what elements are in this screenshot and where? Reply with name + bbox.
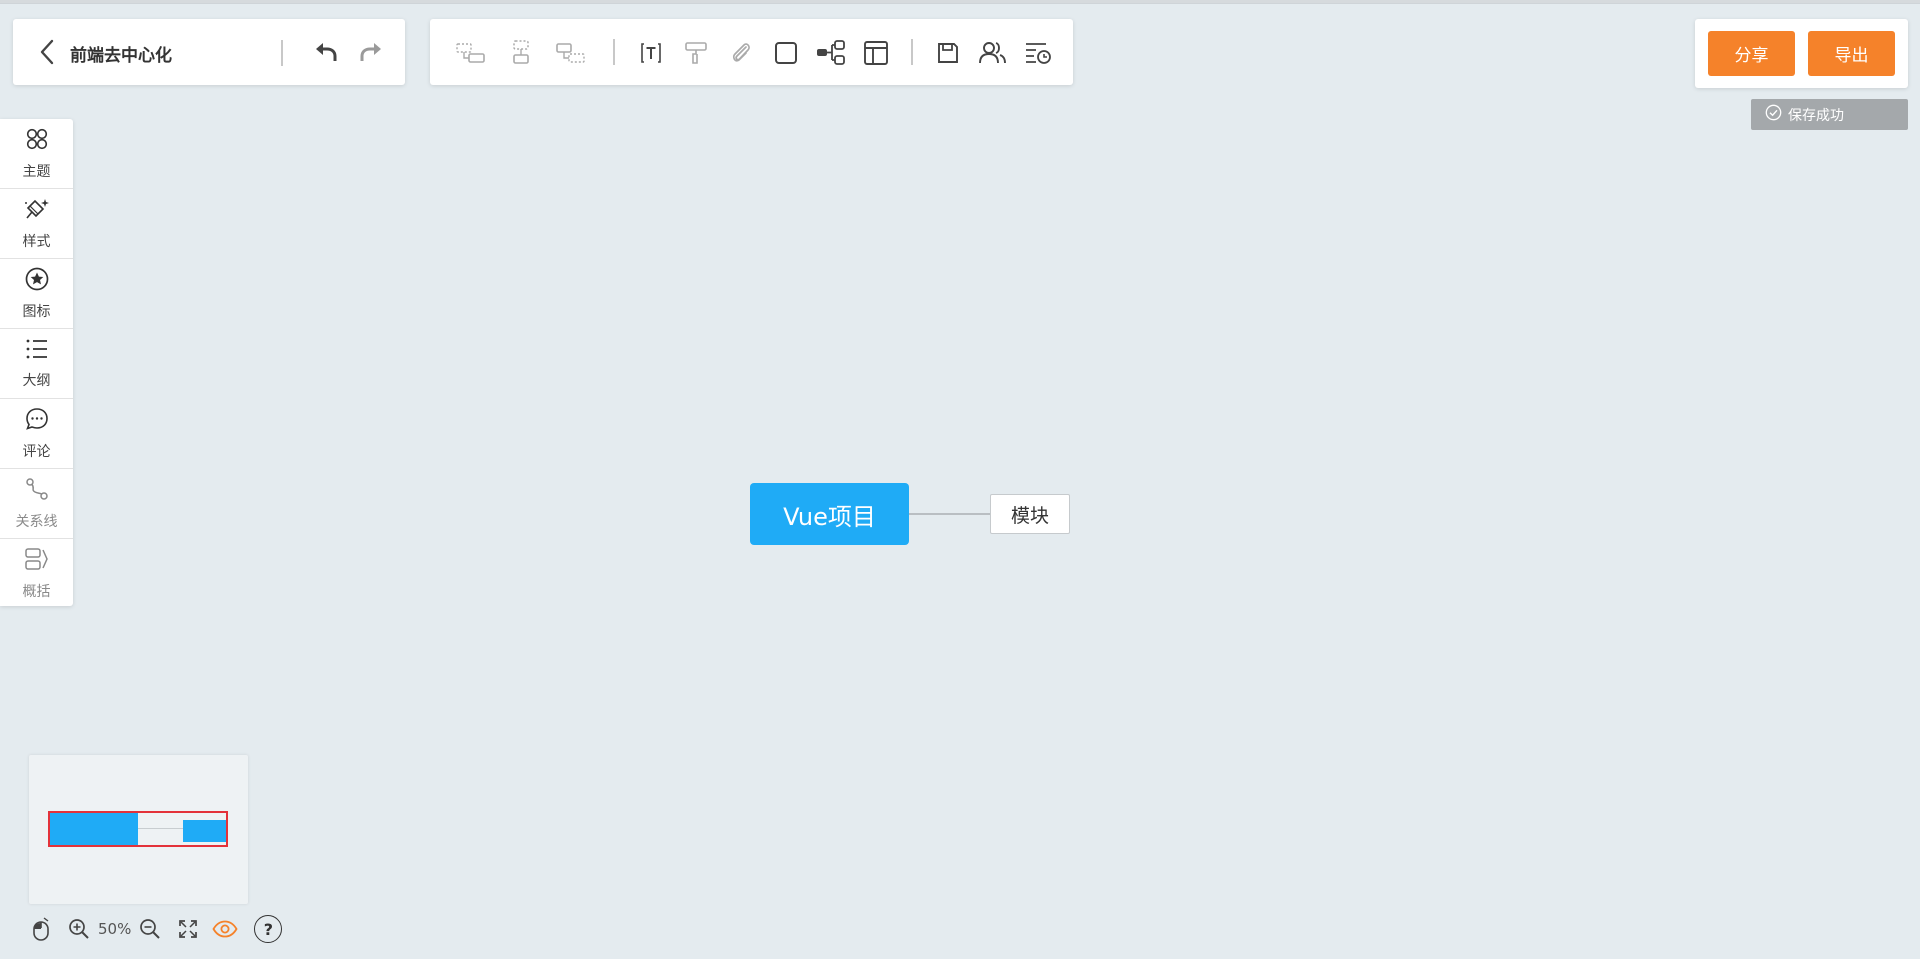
collaborators-icon[interactable]: [977, 37, 1009, 69]
sidebar-item-style[interactable]: 样式: [0, 189, 73, 259]
style-brush-icon: [24, 197, 50, 225]
divider: [281, 40, 283, 66]
title-panel: 前端去中心化: [13, 19, 405, 85]
sidebar-item-summary[interactable]: 概括: [0, 539, 73, 609]
left-sidebar: 主题 样式 图标 大纲 评论 关系线 概括: [0, 119, 73, 606]
sidebar-item-label: 概括: [22, 584, 51, 600]
node-connector-line: [909, 513, 990, 515]
sidebar-item-comment[interactable]: 评论: [0, 399, 73, 469]
insert-sibling-node-icon[interactable]: [455, 37, 487, 69]
sidebar-item-icon[interactable]: 图标: [0, 259, 73, 329]
mouse-mode-icon[interactable]: [28, 913, 54, 945]
zoom-level: 50%: [98, 920, 132, 938]
attachment-icon[interactable]: [725, 37, 757, 69]
action-panel: 分享 导出: [1695, 19, 1908, 88]
sidebar-item-outline[interactable]: 大纲: [0, 329, 73, 399]
minimap-viewport-frame[interactable]: [48, 811, 228, 847]
chevron-left-icon[interactable]: [33, 38, 61, 66]
eye-preview-icon[interactable]: [209, 913, 241, 945]
text-icon[interactable]: [635, 37, 667, 69]
share-button[interactable]: 分享: [1708, 31, 1795, 76]
zoom-controls: 50% ?: [28, 913, 285, 945]
save-status-text: 保存成功: [1788, 107, 1844, 124]
history-icon[interactable]: [1022, 37, 1054, 69]
insert-child-node-icon[interactable]: [505, 37, 537, 69]
undo-icon[interactable]: [311, 37, 341, 67]
window-top-border: [0, 0, 1920, 4]
divider: [911, 39, 913, 65]
zoom-out-icon[interactable]: [135, 913, 165, 945]
save-status-badge: 保存成功: [1751, 99, 1908, 130]
help-icon[interactable]: ?: [251, 913, 285, 945]
star-circle-icon: [25, 267, 49, 295]
export-button[interactable]: 导出: [1808, 31, 1895, 76]
layout-icon[interactable]: [860, 37, 892, 69]
sidebar-item-label: 评论: [22, 443, 51, 460]
divider: [613, 39, 615, 65]
sidebar-item-label: 主题: [22, 163, 51, 180]
outline-list-icon: [25, 338, 49, 364]
sidebar-item-label: 图标: [22, 303, 51, 320]
sidebar-item-relation-line[interactable]: 关系线: [0, 469, 73, 539]
comment-icon: [25, 407, 49, 435]
fit-screen-icon[interactable]: [173, 913, 203, 945]
sidebar-item-label: 关系线: [15, 513, 58, 530]
format-painter-icon[interactable]: [680, 37, 712, 69]
mindmap-child-node[interactable]: 模块: [990, 494, 1070, 534]
sidebar-item-label: 样式: [22, 233, 51, 250]
help-glyph: ?: [254, 915, 283, 943]
relation-line-icon: [25, 477, 49, 505]
summary-icon: [24, 547, 50, 575]
theme-icon: [25, 127, 49, 155]
sidebar-item-label: 大纲: [22, 372, 51, 389]
zoom-in-icon[interactable]: [64, 913, 94, 945]
check-circle-icon: [1765, 104, 1782, 125]
insert-parent-node-icon[interactable]: [555, 37, 587, 69]
save-icon[interactable]: [932, 37, 964, 69]
minimap[interactable]: [29, 755, 248, 904]
document-title[interactable]: 前端去中心化: [70, 41, 172, 66]
mindmap-root-node[interactable]: Vue项目: [750, 483, 909, 545]
node-toolbar: [430, 19, 1073, 85]
sidebar-item-theme[interactable]: 主题: [0, 119, 73, 189]
redo-icon[interactable]: [356, 37, 386, 67]
structure-icon[interactable]: [815, 37, 847, 69]
border-box-icon[interactable]: [770, 37, 802, 69]
